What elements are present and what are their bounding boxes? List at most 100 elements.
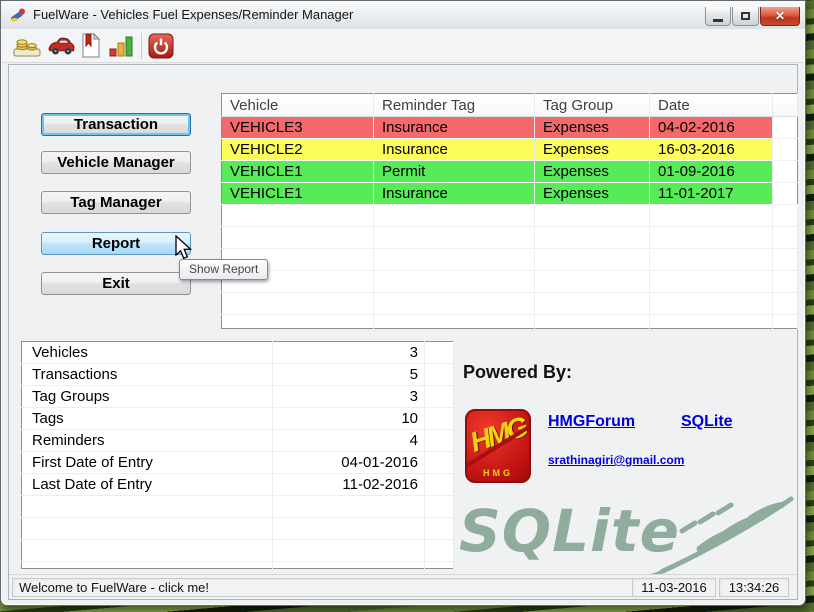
- mouse-cursor: [173, 235, 195, 261]
- empty-row: [222, 271, 798, 293]
- cell-reminder-tag: Permit: [374, 161, 535, 183]
- exit-button[interactable]: Exit: [41, 272, 191, 295]
- hmg-logo-text: HMG: [465, 410, 531, 460]
- stats-row: Tags 10: [22, 408, 454, 430]
- stats-row: First Date of Entry 04-01-2016: [22, 452, 454, 474]
- empty-row: [222, 205, 798, 227]
- hmg-logo-caption: HMG: [467, 468, 529, 478]
- status-bar: Welcome to FuelWare - click me! 11-03-20…: [9, 574, 797, 599]
- cell-tag-group: Expenses: [535, 117, 650, 139]
- sqlite-link[interactable]: SQLite: [681, 413, 733, 431]
- status-time: 13:34:26: [719, 578, 789, 597]
- cell-date: 16-03-2016: [650, 139, 773, 161]
- bookmark-tags-icon: [80, 33, 102, 59]
- cell-reminder-tag: Insurance: [374, 139, 535, 161]
- vehicle-manager-button[interactable]: Vehicle Manager: [41, 151, 191, 174]
- empty-row: [22, 496, 454, 518]
- reminders-header-row: Vehicle Reminder Tag Tag Group Date: [222, 94, 798, 117]
- email-link[interactable]: srathinagiri@gmail.com: [548, 453, 684, 467]
- stat-label: Tag Groups: [22, 386, 273, 408]
- stat-value: 10: [273, 408, 425, 430]
- cell-spacer: [773, 139, 798, 161]
- desktop: { "window": { "title": "FuelWare - Vehic…: [0, 0, 814, 612]
- empty-row: [22, 518, 454, 540]
- stats-row: Tag Groups 3: [22, 386, 454, 408]
- hmg-logo[interactable]: HMG HMG: [465, 409, 531, 483]
- stat-label: First Date of Entry: [22, 452, 273, 474]
- reminder-row[interactable]: VEHICLE2 Insurance Expenses 16-03-2016: [222, 139, 798, 161]
- cell-spacer: [773, 161, 798, 183]
- close-icon: ✕: [775, 9, 785, 23]
- stat-label: Vehicles: [22, 342, 273, 364]
- reminder-row[interactable]: VEHICLE1 Permit Expenses 01-09-2016: [222, 161, 798, 183]
- toolbar: [2, 29, 804, 63]
- status-message[interactable]: Welcome to FuelWare - click me!: [12, 578, 634, 597]
- cell-tag-group: Expenses: [535, 183, 650, 205]
- stat-label: Transactions: [22, 364, 273, 386]
- toolbar-vehicles-button[interactable]: [45, 33, 77, 59]
- reminder-row[interactable]: VEHICLE3 Insurance Expenses 04-02-2016: [222, 117, 798, 139]
- col-header-date[interactable]: Date: [650, 94, 773, 117]
- empty-row: [222, 293, 798, 315]
- hmgforum-link[interactable]: HMGForum: [548, 413, 635, 431]
- window-controls: ✕: [705, 7, 801, 26]
- empty-row: [222, 227, 798, 249]
- toolbar-transactions-button[interactable]: [11, 33, 43, 59]
- money-transactions-icon: [13, 34, 41, 58]
- transaction-button[interactable]: Transaction: [41, 113, 191, 136]
- stat-value: 3: [273, 386, 425, 408]
- minimize-button[interactable]: [705, 7, 731, 26]
- tag-manager-button[interactable]: Tag Manager: [41, 191, 191, 214]
- col-header-vehicle[interactable]: Vehicle: [222, 94, 374, 117]
- toolbar-tags-button[interactable]: [78, 33, 104, 59]
- barchart-report-icon: [108, 34, 134, 58]
- col-header-reminder-tag[interactable]: Reminder Tag: [374, 94, 535, 117]
- sqlite-logo-text: SQLite: [459, 497, 680, 565]
- stat-label: Tags: [22, 408, 273, 430]
- report-button[interactable]: Report: [41, 232, 191, 255]
- empty-row: [22, 562, 454, 569]
- cell-date: 11-01-2017: [650, 183, 773, 205]
- power-exit-icon: [148, 33, 174, 59]
- stats-table: Vehicles 3 Transactions 5 Tag Groups 3 T…: [21, 341, 454, 569]
- stats-row: Vehicles 3: [22, 342, 454, 364]
- stat-value: 4: [273, 430, 425, 452]
- empty-row: [222, 249, 798, 271]
- app-window: FuelWare - Vehicles Fuel Expenses/Remind…: [0, 0, 806, 606]
- app-icon: [10, 7, 26, 23]
- cell-vehicle: VEHICLE3: [222, 117, 374, 139]
- title-bar: FuelWare - Vehicles Fuel Expenses/Remind…: [1, 1, 805, 29]
- car-vehicles-icon: [47, 35, 75, 57]
- toolbar-separator: [141, 33, 142, 59]
- stat-value: 04-01-2016: [273, 452, 425, 474]
- col-header-tag-group[interactable]: Tag Group: [535, 94, 650, 117]
- cell-vehicle: VEHICLE2: [222, 139, 374, 161]
- stat-value: 5: [273, 364, 425, 386]
- toolbar-report-button[interactable]: [106, 33, 136, 59]
- maximize-icon: [741, 12, 750, 20]
- col-header-spacer: [773, 94, 798, 117]
- empty-row: [222, 315, 798, 329]
- stats-row: Reminders 4: [22, 430, 454, 452]
- stats-row: Transactions 5: [22, 364, 454, 386]
- stat-label: Reminders: [22, 430, 273, 452]
- status-date: 11-03-2016: [632, 578, 716, 597]
- close-button[interactable]: ✕: [760, 7, 800, 26]
- toolbar-exit-button[interactable]: [148, 33, 174, 59]
- empty-row: [22, 540, 454, 562]
- cell-spacer: [773, 117, 798, 139]
- tooltip: Show Report: [179, 259, 268, 280]
- stat-label: Last Date of Entry: [22, 474, 273, 496]
- stat-value: 3: [273, 342, 425, 364]
- maximize-button[interactable]: [732, 7, 759, 26]
- cell-vehicle: VEHICLE1: [222, 183, 374, 205]
- cell-date: 04-02-2016: [650, 117, 773, 139]
- reminder-row[interactable]: VEHICLE1 Insurance Expenses 11-01-2017: [222, 183, 798, 205]
- window-title: FuelWare - Vehicles Fuel Expenses/Remind…: [33, 1, 353, 29]
- stats-row: Last Date of Entry 11-02-2016: [22, 474, 454, 496]
- stat-value: 11-02-2016: [273, 474, 425, 496]
- sqlite-logo: SQLite: [457, 485, 797, 577]
- client-area: Transaction Vehicle Manager Tag Manager …: [8, 64, 798, 600]
- cell-vehicle: VEHICLE1: [222, 161, 374, 183]
- powered-by-heading: Powered By:: [463, 362, 572, 383]
